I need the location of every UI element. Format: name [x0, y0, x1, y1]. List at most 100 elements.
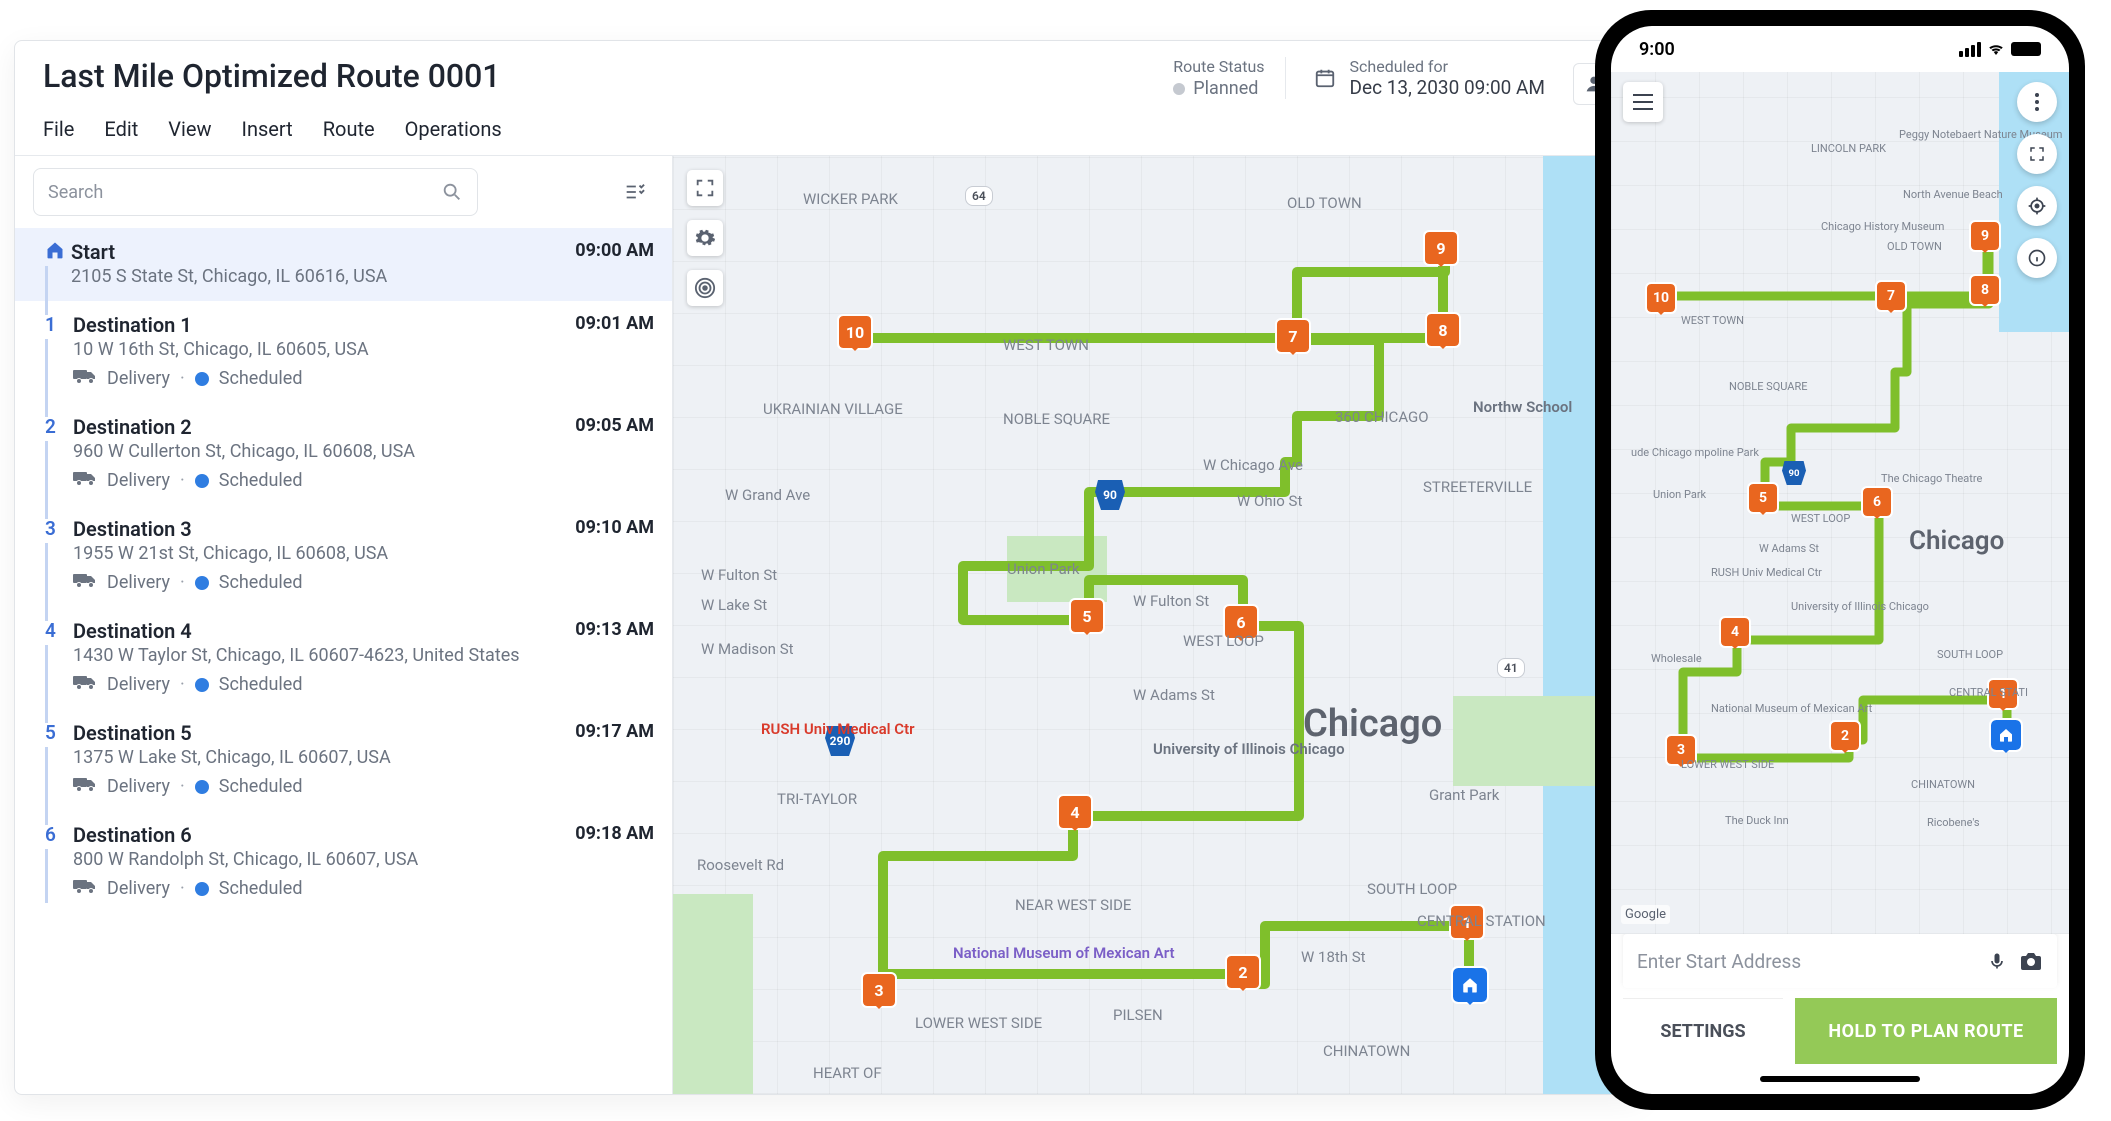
phone-route-marker[interactable]: 10 — [1647, 284, 1675, 312]
phone-map-label: The Duck Inn — [1725, 814, 1789, 827]
truck-icon — [73, 572, 97, 593]
checklist-icon — [623, 181, 645, 203]
phone-route-marker[interactable]: 5 — [1749, 484, 1777, 512]
highway-shield: 41 — [1497, 658, 1525, 678]
phone-menu-button[interactable] — [1623, 82, 1663, 122]
wifi-icon — [1987, 42, 2005, 56]
phone-map-label: Union Park — [1653, 488, 1706, 501]
map-label: WEST LOOP — [1183, 632, 1264, 650]
stop-type: Delivery — [107, 572, 170, 593]
map-label: UKRAINIAN VILLAGE — [763, 400, 903, 418]
stop-address: 2105 S State St, Chicago, IL 60616, USA — [71, 266, 575, 287]
phone-route-marker[interactable]: 6 — [1863, 488, 1891, 516]
separator: · — [180, 674, 185, 695]
status-dot-icon — [195, 576, 209, 590]
phone-locate-button[interactable] — [2017, 186, 2057, 226]
route-marker[interactable]: 2 — [1227, 956, 1259, 988]
phone-settings-button[interactable]: SETTINGS — [1623, 998, 1783, 1064]
truck-icon — [73, 368, 97, 389]
map-canvas[interactable]: 12345678910 WICKER PARKOLD TOWNWEST TOWN… — [673, 156, 1643, 1094]
stop-row[interactable]: 2Destination 2960 W Cullerton St, Chicag… — [15, 403, 672, 505]
phone-plan-route-button[interactable]: HOLD TO PLAN ROUTE — [1795, 998, 2057, 1064]
search-input[interactable]: Search — [33, 168, 478, 216]
google-logo: Google — [1621, 905, 1670, 924]
menu-file[interactable]: File — [43, 117, 74, 141]
stop-name: Destination 5 — [73, 721, 575, 745]
stop-status: Scheduled — [219, 368, 303, 389]
stop-type: Delivery — [107, 776, 170, 797]
route-marker[interactable]: 9 — [1425, 232, 1457, 264]
menu-operations[interactable]: Operations — [405, 117, 502, 141]
stop-time: 09:10 AM — [575, 517, 654, 538]
route-marker[interactable]: 10 — [839, 316, 871, 348]
stop-status: Scheduled — [219, 776, 303, 797]
stop-time: 09:00 AM — [575, 240, 654, 261]
phone-info-button[interactable] — [2017, 238, 2057, 278]
stop-name: Destination 2 — [73, 415, 575, 439]
broadcast-icon — [694, 277, 716, 299]
map-label: Union Park — [1007, 560, 1079, 578]
stop-time: 09:05 AM — [575, 415, 654, 436]
locate-button[interactable] — [687, 270, 723, 306]
route-marker[interactable]: 4 — [1059, 796, 1091, 828]
phone-more-button[interactable] — [2017, 82, 2057, 122]
stop-row[interactable]: Start2105 S State St, Chicago, IL 60616,… — [15, 228, 672, 301]
map-label: W Adams St — [1133, 686, 1215, 704]
menu-insert[interactable]: Insert — [242, 117, 293, 141]
separator: · — [180, 470, 185, 491]
stops-list[interactable]: Start2105 S State St, Chicago, IL 60616,… — [15, 228, 672, 1094]
menu-route[interactable]: Route — [323, 117, 375, 141]
phone-map-controls — [2017, 82, 2057, 278]
phone-home-marker[interactable] — [1991, 720, 2021, 750]
phone-route-marker[interactable]: 8 — [1971, 276, 1999, 304]
route-polyline — [673, 156, 1643, 1076]
settings-button[interactable] — [687, 220, 723, 256]
filter-button[interactable] — [614, 172, 654, 212]
stop-row[interactable]: 3Destination 31955 W 21st St, Chicago, I… — [15, 505, 672, 607]
phone-map-canvas[interactable]: 12345678910 LINCOLN PARKOLD TOWNWEST TOW… — [1611, 72, 2069, 934]
camera-icon[interactable] — [2019, 951, 2043, 971]
phone-map[interactable]: 12345678910 LINCOLN PARKOLD TOWNWEST TOW… — [1611, 72, 2069, 934]
fullscreen-button[interactable] — [687, 170, 723, 206]
route-status-block: Route Status Planned — [1173, 57, 1285, 99]
phone-route-marker[interactable]: 7 — [1877, 282, 1905, 310]
phone-search-input[interactable]: Enter Start Address — [1623, 934, 2057, 988]
sidebar: Search Start2105 S State St, Chicago, IL… — [15, 156, 673, 1094]
route-marker[interactable]: 8 — [1427, 314, 1459, 346]
menu-view[interactable]: View — [168, 117, 211, 141]
route-marker[interactable]: 5 — [1071, 600, 1103, 632]
phone-route-marker[interactable]: 4 — [1721, 618, 1749, 646]
phone-fullscreen-button[interactable] — [2017, 134, 2057, 174]
status-dot-icon — [195, 474, 209, 488]
microphone-icon[interactable] — [1987, 949, 2007, 973]
status-dot-icon — [195, 372, 209, 386]
interstate-shield: 90 — [1095, 480, 1125, 510]
phone-route-marker[interactable]: 2 — [1831, 722, 1859, 750]
phone-bottom-bar: SETTINGS HOLD TO PLAN ROUTE — [1623, 998, 2057, 1064]
route-marker[interactable]: 3 — [863, 974, 895, 1006]
stop-type: Delivery — [107, 878, 170, 899]
phone-route-marker[interactable]: 9 — [1971, 222, 1999, 250]
menu-edit[interactable]: Edit — [104, 117, 138, 141]
interstate-shield: 90 — [1782, 461, 1806, 485]
truck-icon — [73, 674, 97, 695]
stop-status: Scheduled — [219, 878, 303, 899]
stop-number: 3 — [45, 517, 71, 540]
map-controls — [687, 170, 723, 306]
home-marker[interactable] — [1453, 968, 1487, 1002]
map-panel[interactable]: 12345678910 WICKER PARKOLD TOWNWEST TOWN… — [673, 156, 1643, 1094]
stop-row[interactable]: 5Destination 51375 W Lake St, Chicago, I… — [15, 709, 672, 811]
phone-map-label: Chicago History Museum — [1821, 220, 1944, 233]
route-marker[interactable]: 7 — [1277, 320, 1309, 352]
stop-meta: Delivery·Scheduled — [73, 878, 654, 899]
stop-row[interactable]: 4Destination 41430 W Taylor St, Chicago,… — [15, 607, 672, 709]
stop-row[interactable]: 1Destination 110 W 16th St, Chicago, IL … — [15, 301, 672, 403]
stop-row[interactable]: 6Destination 6800 W Randolph St, Chicago… — [15, 811, 672, 913]
map-poi-label: National Museum of Mexican Art — [953, 944, 1175, 962]
home-icon — [45, 240, 71, 264]
map-label: WICKER PARK — [803, 190, 898, 208]
stop-number: 5 — [45, 721, 71, 744]
status-dot-icon — [195, 882, 209, 896]
stop-name: Destination 1 — [73, 313, 575, 337]
search-icon — [441, 181, 463, 203]
